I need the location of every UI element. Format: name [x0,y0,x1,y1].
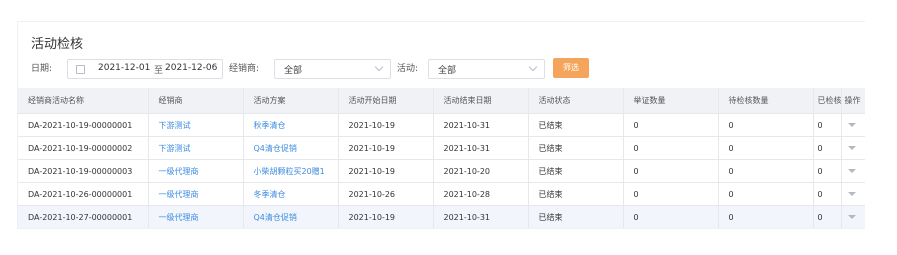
caret-down-icon[interactable] [847,192,856,196]
cell-dealer-link[interactable]: 一级代理商 [148,182,244,206]
cell-proof-count: 0 [623,182,719,206]
col-header-status: 活动状态 [528,88,624,114]
cell-plan-link[interactable]: 小柴胡颗粒买20赠1 [243,159,339,183]
cell-status: 已结束 [528,159,624,183]
col-header-start-date: 活动开始日期 [338,88,434,114]
cell-dealer-link[interactable]: 一级代理商 [148,159,244,183]
row-action-cell[interactable] [841,113,865,137]
cell-end-date: 2021-10-20 [433,159,529,183]
cell-start-date: 2021-10-26 [338,182,434,206]
col-header-dealer: 经销商 [148,88,244,114]
cell-activity-name: DA-2021-10-19-00000003 [18,159,149,183]
col-header-proof-count: 举证数量 [623,88,719,114]
date-end[interactable]: 2021-12-06 [165,63,217,73]
cell-start-date: 2021-10-19 [338,205,434,228]
chevron-down-icon [374,62,384,72]
cell-pending-count: 0 [718,205,814,228]
col-header-activity-name: 经销商活动名称 [18,88,149,114]
dealer-label: 经销商: [229,64,260,74]
cell-checked: 0 [813,113,842,137]
cell-pending-count: 0 [718,159,814,183]
cell-proof-count: 0 [623,159,719,183]
row-action-cell[interactable] [841,182,865,206]
activity-table: 经销商活动名称 经销商 活动方案 活动开始日期 活动结束日期 活动状态 举证数量… [18,88,865,228]
cell-plan-link[interactable]: 冬季清仓 [243,182,339,206]
cell-checked: 0 [813,159,842,183]
cell-status: 已结束 [528,205,624,228]
caret-down-icon[interactable] [847,146,856,150]
calendar-icon [76,65,85,74]
cell-activity-name: DA-2021-10-19-00000002 [18,136,149,160]
cell-proof-count: 0 [623,136,719,160]
activity-label: 活动: [397,64,419,74]
caret-down-icon[interactable] [847,169,856,173]
cell-end-date: 2021-10-31 [433,136,529,160]
date-range-picker[interactable]: 2021-12-01 至 2021-12-06 [67,59,223,79]
cell-status: 已结束 [528,182,624,206]
cell-checked: 0 [813,136,842,160]
caret-down-icon[interactable] [847,215,856,219]
activity-select[interactable]: 全部 [428,59,545,79]
cell-activity-name: DA-2021-10-19-00000001 [18,113,149,137]
table-row: DA-2021-10-19-00000003 一级代理商 小柴胡颗粒买20赠1 … [18,159,865,183]
date-separator: 至 [154,66,164,76]
col-header-actions: 操作 [841,88,865,114]
dealer-select-value: 全部 [284,66,303,76]
dealer-select[interactable]: 全部 [274,59,391,79]
col-header-checked: 已检核 [813,88,842,114]
col-header-plan: 活动方案 [243,88,339,114]
col-header-end-date: 活动结束日期 [433,88,529,114]
cell-pending-count: 0 [718,136,814,160]
cell-activity-name: DA-2021-10-26-00000001 [18,182,149,206]
cell-start-date: 2021-10-19 [338,159,434,183]
table-row: DA-2021-10-26-00000001 一级代理商 冬季清仓 2021-1… [18,182,865,206]
date-label: 日期: [31,64,53,74]
cell-pending-count: 0 [718,182,814,206]
table-header-row: 经销商活动名称 经销商 活动方案 活动开始日期 活动结束日期 活动状态 举证数量… [18,88,865,114]
row-action-cell[interactable] [841,136,865,160]
page-title: 活动检核 [31,37,84,52]
cell-dealer-link[interactable]: 下游测试 [148,113,244,137]
cell-activity-name: DA-2021-10-27-00000001 [18,205,149,228]
cell-start-date: 2021-10-19 [338,113,434,137]
activity-select-value: 全部 [438,66,457,76]
table-row: DA-2021-10-19-00000001 下游测试 秋季清仓 2021-10… [18,113,865,137]
cell-start-date: 2021-10-19 [338,136,434,160]
col-header-pending-count: 待检核数量 [718,88,814,114]
cell-plan-link[interactable]: Q4清仓促销 [243,205,339,228]
cell-proof-count: 0 [623,113,719,137]
cell-pending-count: 0 [718,113,814,137]
cell-plan-link[interactable]: 秋季清仓 [243,113,339,137]
cell-checked: 0 [813,205,842,228]
cell-checked: 0 [813,182,842,206]
filter-button[interactable]: 筛选 [553,58,589,78]
chevron-down-icon [528,62,538,72]
activity-check-panel: 活动检核 日期: 2021-12-01 至 2021-12-06 经销商: 全部… [17,21,865,229]
cell-status: 已结束 [528,136,624,160]
cell-end-date: 2021-10-28 [433,182,529,206]
filter-bar: 日期: 2021-12-01 至 2021-12-06 经销商: 全部 活动: … [31,58,861,79]
row-action-cell[interactable] [841,205,865,228]
cell-dealer-link[interactable]: 一级代理商 [148,205,244,228]
cell-plan-link[interactable]: Q4清仓促销 [243,136,339,160]
cell-dealer-link[interactable]: 下游测试 [148,136,244,160]
cell-end-date: 2021-10-31 [433,113,529,137]
caret-down-icon[interactable] [847,123,856,127]
cell-status: 已结束 [528,113,624,137]
table-row: DA-2021-10-27-00000001 一级代理商 Q4清仓促销 2021… [18,205,865,228]
row-action-cell[interactable] [841,159,865,183]
cell-proof-count: 0 [623,205,719,228]
table-row: DA-2021-10-19-00000002 下游测试 Q4清仓促销 2021-… [18,136,865,160]
cell-end-date: 2021-10-31 [433,205,529,228]
date-start[interactable]: 2021-12-01 [98,63,150,73]
